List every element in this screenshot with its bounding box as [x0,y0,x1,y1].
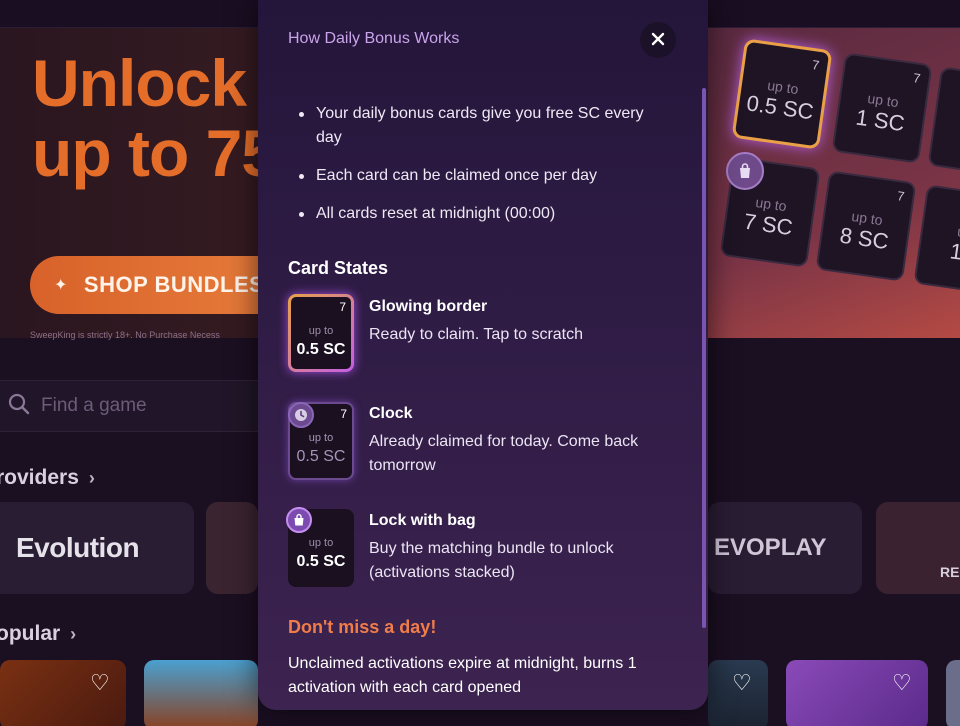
search-placeholder: Find a game [41,395,147,416]
rules-list: Your daily bonus cards give you free SC … [288,102,648,240]
card-up-to: up to [308,325,334,337]
state-desc-clock: Already claimed for today. Come back tom… [369,433,639,474]
modal-title: How Daily Bonus Works [288,30,460,47]
close-button[interactable] [640,22,676,58]
rule-item: All cards reset at midnight (00:00) [288,202,648,226]
hero-card: 7 up to 1 SC [831,52,933,164]
provider-card-evolution[interactable]: Evolution [0,502,194,594]
daily-bonus-info-modal: How Daily Bonus Works Your daily bonus c… [258,0,708,710]
game-thumbnail[interactable]: ♡ [708,660,768,726]
state-name-clock: Clock [369,405,413,422]
card-value: 0.5 SC [296,448,346,465]
hero-card-value: 2 [935,100,960,137]
age-disclaimer: SweepKing is strictly 18+. No Purchase N… [30,330,220,340]
providers-title: roviders [0,466,79,489]
card-number: 7 [339,300,346,314]
heart-icon[interactable]: ♡ [732,670,752,696]
hero-card-number: 7 [811,56,821,73]
hero-card: 7 up to 0.5 SC [731,38,833,150]
card-states-heading: Card States [288,258,389,278]
popular-title: opular [0,622,61,645]
game-thumbnail[interactable]: ♡ [786,660,928,726]
chevron-right-icon: › [70,624,77,644]
card-value: 0.5 SC [296,341,346,358]
hero-card-number: 7 [896,188,906,204]
sparkle-icon: ✦ [54,277,68,294]
clock-icon [288,402,314,428]
close-icon [651,29,665,52]
state-name-lock: Lock with bag [369,512,476,529]
game-thumbnail[interactable] [144,660,258,726]
search-input[interactable]: Find a game [0,380,270,432]
providers-heading[interactable]: roviders › [0,466,95,490]
hero-card: 2 [927,66,960,178]
hero-title: Unlock up to 75 [32,46,278,190]
bag-icon [726,152,764,190]
search-icon [7,392,31,421]
state-desc-lock: Buy the matching bundle to unlock (activ… [369,540,614,581]
game-thumbnail[interactable] [946,660,960,726]
provider-card[interactable] [206,502,258,594]
hero-card: up 10 [913,184,960,296]
locked-card-example: up to 0.5 SC [286,507,354,587]
modal-scrollbar[interactable] [702,88,706,628]
rule-item: Your daily bonus cards give you free SC … [288,102,648,150]
bag-icon [286,507,312,533]
state-name-glowing: Glowing border [369,298,488,315]
heart-icon[interactable]: ♡ [892,670,912,696]
glowing-card-example: 7 up to 0.5 SC [288,294,354,372]
hero-card-number: 7 [912,70,922,86]
shop-bundles-label: SHOP BUNDLES [83,272,265,297]
rule-item: Each card can be claimed once per day [288,164,648,188]
card-up-to: up to [308,537,334,549]
provider-logo: EVOPLAY [714,534,827,561]
card-up-to: up to [308,432,334,444]
provider-logo: RE [940,564,960,580]
warning-title: Don't miss a day! [288,617,437,637]
heart-icon[interactable]: ♡ [90,670,110,696]
card-value: 0.5 SC [296,553,346,570]
claimed-card-example: 7 up to 0.5 SC [288,402,354,480]
game-thumbnail[interactable]: ♡ [0,660,126,726]
popular-heading[interactable]: opular › [0,622,76,646]
card-number: 7 [340,407,347,421]
state-desc-glowing: Ready to claim. Tap to scratch [369,326,584,343]
provider-card[interactable]: RE [876,502,960,594]
hero-card-value: 10 [948,238,960,267]
provider-card-evoplay[interactable]: EVOPLAY [708,502,862,594]
chevron-right-icon: › [88,468,95,488]
hero-card: 7 up to 8 SC [815,170,917,282]
provider-logo: Evolution [16,532,140,563]
warning-text: Unclaimed activations expire at midnight… [288,655,637,696]
